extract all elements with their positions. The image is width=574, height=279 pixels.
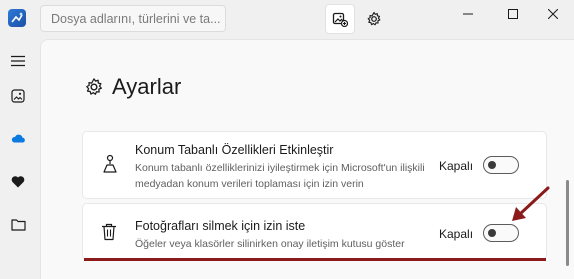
annotation-overlay — [84, 186, 550, 261]
annotation-underline — [84, 258, 546, 261]
scrollbar-thumb[interactable] — [566, 180, 569, 266]
annotation-arrow-shaft — [518, 186, 550, 216]
